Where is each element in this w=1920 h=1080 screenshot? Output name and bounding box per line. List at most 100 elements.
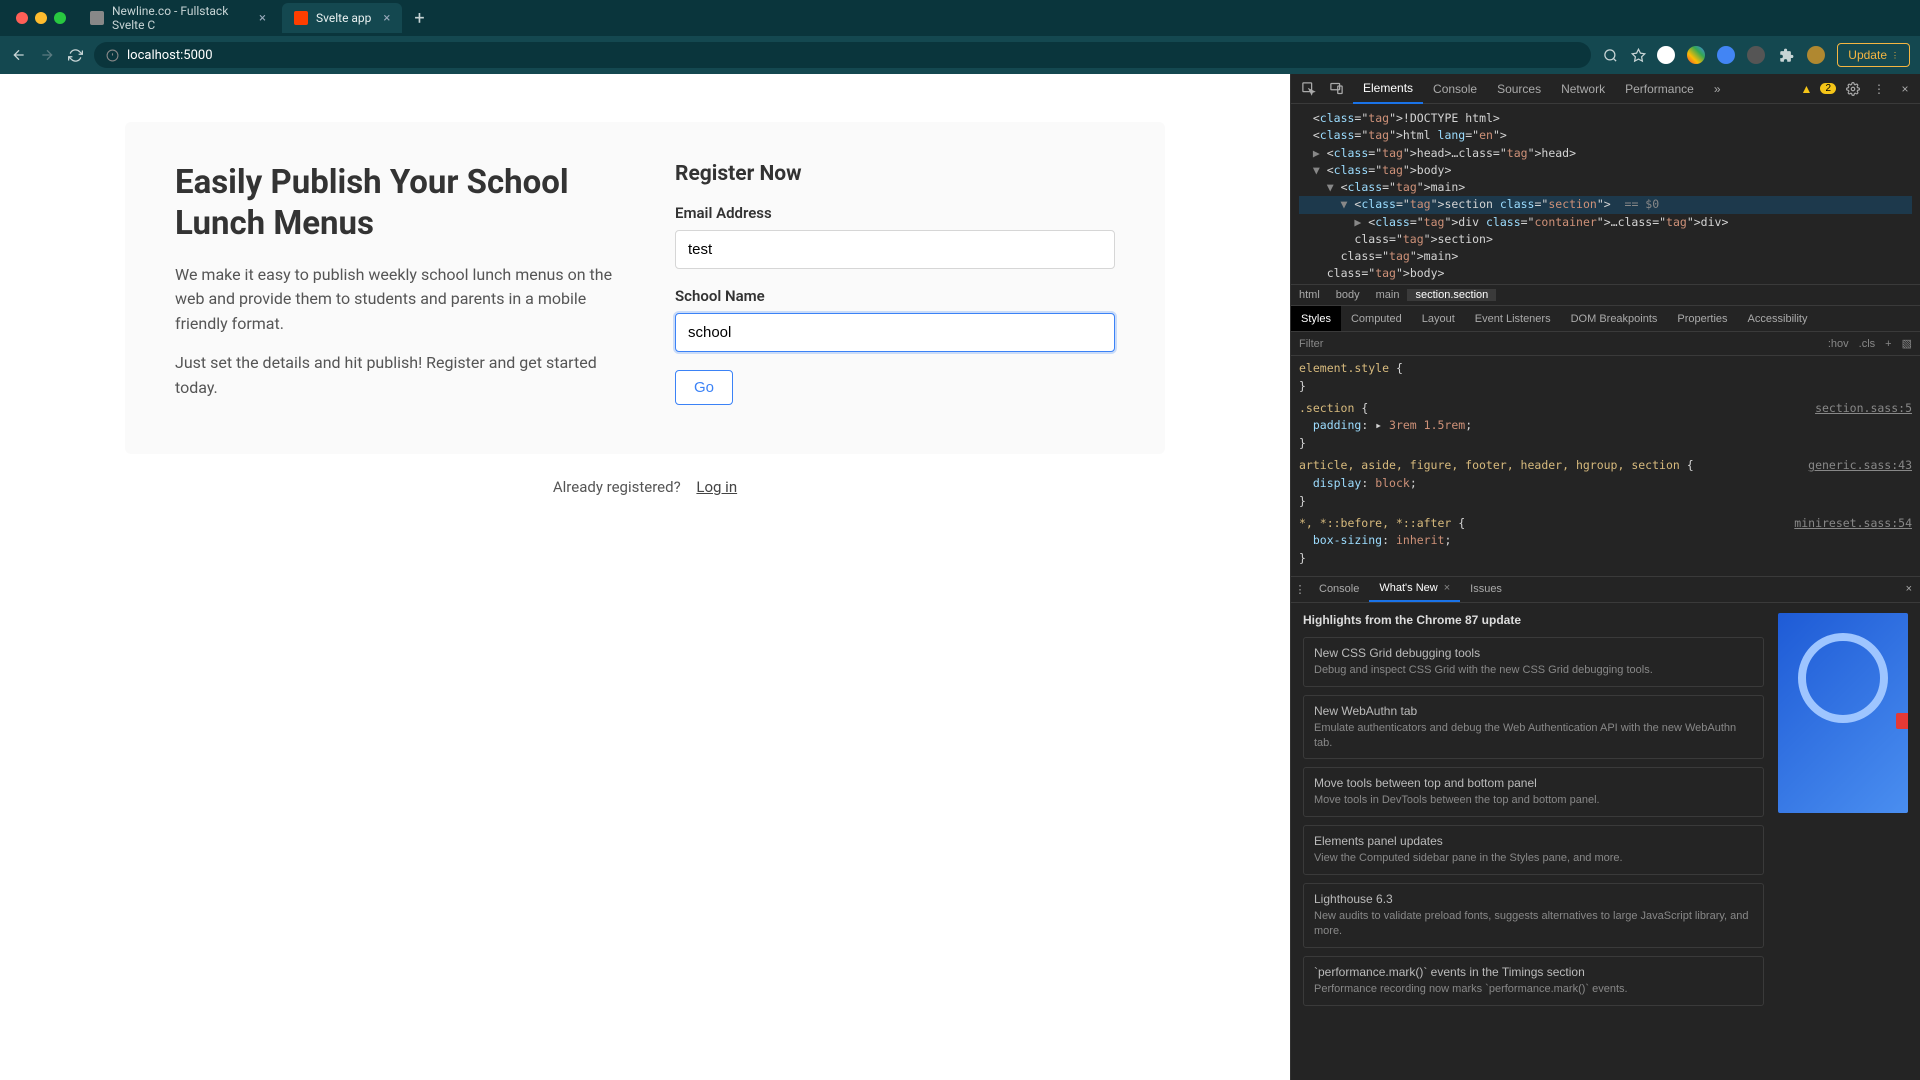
register-card: Easily Publish Your School Lunch Menus W… xyxy=(125,122,1165,454)
drawer-tab-console[interactable]: Console xyxy=(1309,576,1369,602)
dom-line[interactable]: ▼ <class="tag">main> xyxy=(1299,179,1912,196)
tab-title: Newline.co - Fullstack Svelte C xyxy=(112,4,247,32)
school-label: School Name xyxy=(675,287,1115,305)
dom-line[interactable]: ▶ <class="tag">head>…class="tag">head> xyxy=(1299,145,1912,162)
reload-button[interactable] xyxy=(66,46,84,64)
new-tab-button[interactable]: + xyxy=(406,8,432,29)
close-drawer-icon[interactable]: × xyxy=(1898,583,1920,595)
styles-tab-layout[interactable]: Layout xyxy=(1412,306,1465,331)
style-rule[interactable]: generic.sass:43article, aside, figure, f… xyxy=(1299,457,1912,510)
whats-new-item[interactable]: Elements panel updatesView the Computed … xyxy=(1303,825,1764,875)
devtools-tab-performance[interactable]: Performance xyxy=(1615,74,1704,104)
style-rule[interactable]: section.sass:5.section { padding: ▸ 3rem… xyxy=(1299,400,1912,453)
extensions-menu-icon[interactable] xyxy=(1777,46,1795,64)
styles-tab-dom-breakpoints[interactable]: DOM Breakpoints xyxy=(1561,306,1668,331)
extension-icon[interactable] xyxy=(1687,46,1705,64)
bookmark-icon[interactable] xyxy=(1629,46,1647,64)
whats-new-heading: Highlights from the Chrome 87 update xyxy=(1303,613,1764,627)
new-style-rule-icon[interactable]: + xyxy=(1885,338,1891,350)
email-label: Email Address xyxy=(675,204,1115,222)
devtools-tab-sources[interactable]: Sources xyxy=(1487,74,1551,104)
whats-new-item[interactable]: Move tools between top and bottom panelM… xyxy=(1303,767,1764,817)
extension-icon[interactable] xyxy=(1747,46,1765,64)
crumb-item[interactable]: body xyxy=(1328,289,1368,301)
style-rule[interactable]: element.style {} xyxy=(1299,360,1912,396)
hero-title: Easily Publish Your School Lunch Menus xyxy=(175,162,615,245)
close-devtools-icon[interactable]: × xyxy=(1896,80,1914,98)
dom-tree[interactable]: <class="tag">!DOCTYPE html> <class="tag"… xyxy=(1291,104,1920,284)
dom-line[interactable]: <class="tag">html lang="en"> xyxy=(1299,127,1912,144)
drawer-tab-issues[interactable]: Issues xyxy=(1460,576,1512,602)
profile-avatar-icon[interactable] xyxy=(1807,46,1825,64)
maximize-window-icon[interactable] xyxy=(54,12,66,24)
dom-line[interactable]: class="tag">main> xyxy=(1299,248,1912,265)
cls-toggle[interactable]: .cls xyxy=(1859,338,1876,350)
forward-button[interactable] xyxy=(38,46,56,64)
page-viewport: Easily Publish Your School Lunch Menus W… xyxy=(0,74,1290,1080)
devtools-tab-elements[interactable]: Elements xyxy=(1353,74,1423,104)
url-text: localhost:5000 xyxy=(127,48,213,63)
school-input[interactable] xyxy=(675,313,1115,352)
warning-icon[interactable]: ▲ xyxy=(1801,82,1813,96)
whats-new-item[interactable]: Lighthouse 6.3New audits to validate pre… xyxy=(1303,883,1764,948)
styles-tab-accessibility[interactable]: Accessibility xyxy=(1738,306,1818,331)
whats-new-pane: Highlights from the Chrome 87 update New… xyxy=(1291,603,1920,1024)
hov-toggle[interactable]: :hov xyxy=(1828,338,1849,350)
filter-input[interactable]: Filter xyxy=(1299,338,1323,350)
email-input[interactable] xyxy=(675,230,1115,269)
whats-new-item[interactable]: New CSS Grid debugging toolsDebug and in… xyxy=(1303,637,1764,687)
close-window-icon[interactable] xyxy=(16,12,28,24)
browser-tab-1[interactable]: Svelte app × xyxy=(282,3,402,33)
styles-tabs: StylesComputedLayoutEvent ListenersDOM B… xyxy=(1291,306,1920,332)
devtools-tab-network[interactable]: Network xyxy=(1551,74,1615,104)
settings-icon[interactable] xyxy=(1844,80,1862,98)
update-button[interactable]: Update ⋮ xyxy=(1837,43,1910,67)
dom-line[interactable]: class="tag">section> xyxy=(1299,231,1912,248)
browser-toolbar: localhost:5000 Update ⋮ xyxy=(0,36,1920,74)
address-bar[interactable]: localhost:5000 xyxy=(94,42,1591,68)
style-rule[interactable]: minireset.sass:54*, *::before, *::after … xyxy=(1299,515,1912,568)
browser-tab-0[interactable]: Newline.co - Fullstack Svelte C × xyxy=(78,3,278,33)
device-toolbar-icon[interactable] xyxy=(1327,80,1345,98)
already-text: Already registered? xyxy=(553,478,681,496)
close-tab-icon[interactable]: × xyxy=(383,11,390,26)
more-tabs-icon[interactable]: » xyxy=(1704,74,1731,104)
kebab-menu-icon[interactable]: ⋮ xyxy=(1870,80,1888,98)
styles-filter-row: Filter :hov .cls + ▧ xyxy=(1291,332,1920,356)
extensions-area: Update ⋮ xyxy=(1657,43,1910,67)
crumb-item[interactable]: section.section xyxy=(1407,289,1496,301)
dom-line[interactable]: ▼ <class="tag">section class="section"> … xyxy=(1299,196,1912,213)
close-tab-icon[interactable]: × xyxy=(259,11,266,26)
dom-line[interactable]: class="tag">body> xyxy=(1299,265,1912,282)
more-actions-icon[interactable]: ▧ xyxy=(1902,337,1912,350)
extension-icon[interactable] xyxy=(1657,46,1675,64)
inspect-element-icon[interactable] xyxy=(1299,80,1317,98)
dom-line[interactable]: ▼ <class="tag">body> xyxy=(1299,162,1912,179)
crumb-item[interactable]: main xyxy=(1368,289,1408,301)
styles-tab-properties[interactable]: Properties xyxy=(1667,306,1737,331)
close-tab-icon[interactable]: × xyxy=(1444,582,1450,594)
crumb-item[interactable]: html xyxy=(1291,289,1328,301)
styles-tab-computed[interactable]: Computed xyxy=(1341,306,1412,331)
menu-dots-icon: ⋮ xyxy=(1891,51,1899,60)
zoom-icon[interactable] xyxy=(1601,46,1619,64)
dom-line[interactable]: ▶ <class="tag">div class="container">…cl… xyxy=(1299,214,1912,231)
warning-count: 2 xyxy=(1820,83,1836,94)
devtools-drawer: ⋮ ConsoleWhat's New×Issues × Highlights f… xyxy=(1291,576,1920,1080)
go-button[interactable]: Go xyxy=(675,370,733,405)
dom-line[interactable]: <class="tag">!DOCTYPE html> xyxy=(1299,110,1912,127)
back-button[interactable] xyxy=(10,46,28,64)
whats-new-item[interactable]: New WebAuthn tabEmulate authenticators a… xyxy=(1303,695,1764,760)
drawer-tab-what-s-new[interactable]: What's New× xyxy=(1369,576,1460,602)
styles-tab-event-listeners[interactable]: Event Listeners xyxy=(1465,306,1561,331)
devtools-tab-console[interactable]: Console xyxy=(1423,74,1487,104)
login-link[interactable]: Log in xyxy=(696,478,737,496)
minimize-window-icon[interactable] xyxy=(35,12,47,24)
extension-icon[interactable] xyxy=(1717,46,1735,64)
whats-new-item[interactable]: `performance.mark()` events in the Timin… xyxy=(1303,956,1764,1006)
styles-pane[interactable]: element.style {} section.sass:5.section {… xyxy=(1291,356,1920,576)
already-registered: Already registered? Log in xyxy=(0,478,1290,496)
favicon-icon xyxy=(90,11,104,25)
styles-tab-styles[interactable]: Styles xyxy=(1291,306,1341,331)
drawer-menu-icon[interactable]: ⋮ xyxy=(1291,580,1309,598)
